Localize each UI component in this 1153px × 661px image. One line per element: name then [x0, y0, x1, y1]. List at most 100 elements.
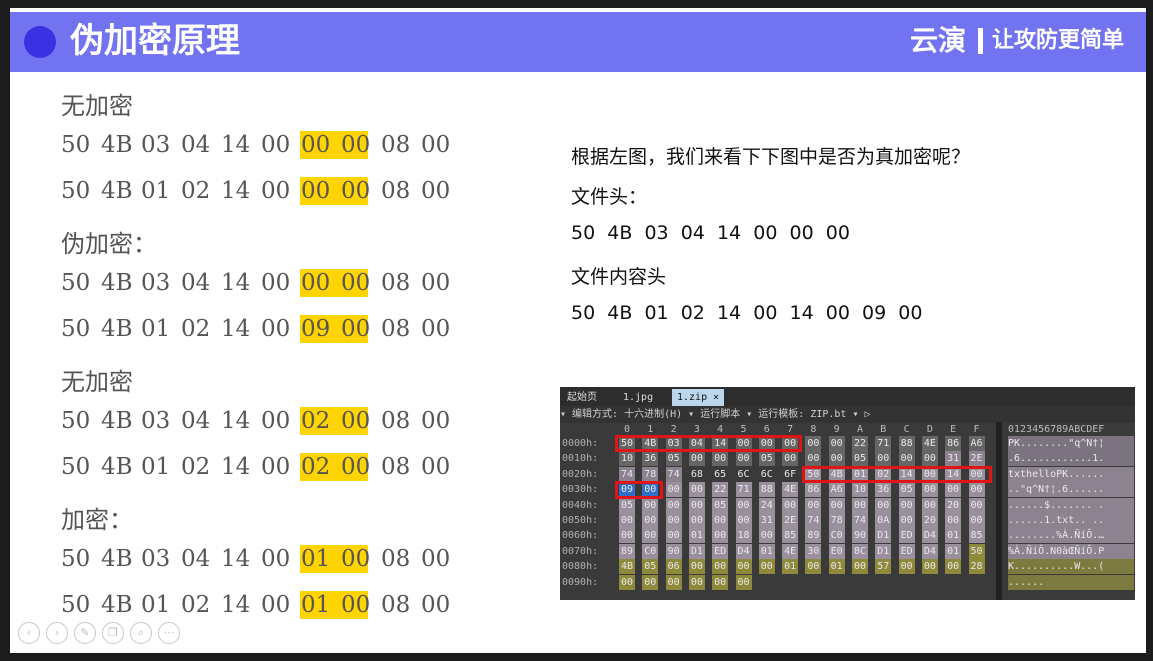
hex-cell[interactable]: 78 [642, 466, 659, 482]
hex-cell[interactable]: 89 [619, 543, 635, 559]
hex-cell[interactable]: 00 [782, 497, 799, 513]
hex-cell[interactable]: D1 [688, 543, 705, 559]
hex-cell[interactable]: 57 [875, 559, 892, 575]
hex-cell[interactable]: 00 [805, 559, 822, 575]
hex-cell[interactable]: 6C [735, 466, 752, 482]
hex-cell[interactable]: 50 [968, 543, 985, 559]
hex-cell[interactable]: 85 [968, 528, 985, 544]
hex-cell[interactable]: ED [712, 543, 729, 559]
hex-cell[interactable]: 71 [875, 436, 892, 451]
pen-icon[interactable]: ✎ [74, 622, 96, 644]
close-icon[interactable]: × [707, 392, 719, 403]
hex-cell[interactable]: 20 [921, 513, 938, 528]
hex-cell[interactable]: 36 [642, 451, 659, 467]
hex-cell[interactable]: ED [898, 543, 915, 559]
zoom-icon[interactable]: ⌕ [130, 622, 152, 644]
hex-cell[interactable]: 00 [665, 497, 682, 513]
hex-cell[interactable]: 00 [758, 559, 775, 575]
hex-cell[interactable]: 24 [758, 497, 775, 513]
hex-cell[interactable]: 01 [828, 559, 845, 575]
hex-cell[interactable]: 05 [712, 497, 729, 513]
hex-cell[interactable]: 00 [898, 559, 915, 575]
hex-cell[interactable]: 00 [735, 513, 752, 528]
hex-cell[interactable]: 00 [805, 451, 822, 467]
hex-cell[interactable]: 05 [898, 482, 915, 498]
prev-icon[interactable]: ‹ [18, 622, 40, 644]
hex-cell[interactable]: 28 [968, 559, 985, 575]
hex-cell[interactable]: 00 [619, 528, 635, 544]
hex-cell[interactable]: 00 [828, 451, 845, 467]
copy-icon[interactable]: ❐ [102, 622, 124, 644]
tab-zip[interactable]: 1.zip × [672, 389, 725, 406]
hex-cell[interactable]: 89 [805, 528, 822, 544]
hex-cell[interactable]: 4E [782, 482, 799, 498]
hex-cell[interactable]: 10 [619, 451, 635, 467]
hex-cell[interactable]: 00 [712, 574, 729, 590]
hex-cell[interactable]: 05 [642, 559, 659, 575]
hex-cell[interactable]: 01 [782, 559, 799, 575]
hex-cell[interactable]: 00 [805, 436, 822, 451]
hex-cell[interactable]: 00 [875, 497, 892, 513]
hex-cell[interactable]: 86 [945, 436, 962, 451]
hex-cell[interactable]: D4 [921, 543, 938, 559]
hex-cell[interactable]: 01 [758, 543, 775, 559]
hex-cell[interactable]: 00 [619, 513, 635, 528]
more-icon[interactable]: ⋯ [158, 622, 180, 644]
tab-jpg[interactable]: 1.jpg [618, 389, 658, 406]
hex-cell[interactable]: 00 [898, 513, 915, 528]
hex-cell[interactable]: 05 [758, 451, 775, 467]
hex-cell[interactable]: D1 [875, 543, 892, 559]
hex-cell[interactable]: 6F [782, 466, 799, 482]
hex-cell[interactable]: 10 [852, 482, 868, 498]
hex-cell[interactable]: 31 [945, 451, 962, 467]
hex-cell[interactable]: 05 [665, 451, 682, 467]
hex-cell[interactable]: 00 [688, 482, 705, 498]
hex-cell[interactable]: A6 [968, 436, 985, 451]
hex-cell[interactable]: 00 [712, 451, 729, 467]
hex-cell[interactable]: 00 [712, 559, 729, 575]
hex-cell[interactable]: 2E [782, 513, 799, 528]
hex-cell[interactable]: 00 [688, 513, 705, 528]
hex-cell[interactable]: 00 [898, 451, 915, 467]
hex-cell[interactable]: 31 [758, 513, 775, 528]
hex-cell[interactable]: 65 [712, 466, 729, 482]
hex-cell[interactable]: 01 [945, 543, 962, 559]
hex-cell[interactable]: 00 [735, 574, 752, 590]
hex-cell[interactable]: 6C [758, 466, 775, 482]
hex-cell[interactable]: 00 [805, 497, 822, 513]
hex-cell[interactable]: 01 [945, 528, 962, 544]
hex-cell[interactable]: 00 [945, 482, 962, 498]
hex-cell[interactable]: 88 [898, 436, 915, 451]
hex-cell[interactable]: 00 [921, 559, 938, 575]
hex-cell[interactable]: 4B [619, 559, 635, 575]
hex-cell[interactable]: 00 [828, 497, 845, 513]
hex-cell[interactable]: 0A [875, 513, 892, 528]
hex-cell[interactable]: D4 [735, 543, 752, 559]
hex-cell[interactable]: A6 [828, 482, 845, 498]
hex-cell[interactable]: 00 [619, 574, 635, 590]
hex-cell[interactable]: 00 [945, 559, 962, 575]
hex-cell[interactable]: 74 [665, 466, 682, 482]
hex-cell[interactable]: 20 [945, 497, 962, 513]
hex-cell[interactable]: 71 [735, 482, 752, 498]
hex-cell[interactable]: E0 [828, 543, 845, 559]
hex-cell[interactable]: 00 [828, 436, 845, 451]
hex-cell[interactable]: 8C [852, 543, 868, 559]
hex-cell[interactable]: 78 [828, 513, 845, 528]
hex-cell[interactable]: 00 [921, 451, 938, 467]
hex-cell[interactable]: ED [898, 528, 915, 544]
hex-cell[interactable]: 00 [642, 497, 659, 513]
hex-cell[interactable]: 85 [782, 528, 799, 544]
hex-cell[interactable]: 90 [665, 543, 682, 559]
hex-cell[interactable]: 05 [619, 497, 635, 513]
hex-cell[interactable]: 00 [665, 513, 682, 528]
hex-cell[interactable]: 00 [688, 559, 705, 575]
hex-cell[interactable]: 88 [758, 482, 775, 498]
hex-cell[interactable]: 00 [968, 482, 985, 498]
hex-cell[interactable]: 00 [921, 482, 938, 498]
hex-cell[interactable]: 00 [758, 528, 775, 544]
hex-cell[interactable]: 2E [968, 451, 985, 467]
hex-cell[interactable]: 00 [688, 497, 705, 513]
hex-cell[interactable]: C0 [642, 543, 659, 559]
hex-cell[interactable]: 86 [805, 482, 822, 498]
